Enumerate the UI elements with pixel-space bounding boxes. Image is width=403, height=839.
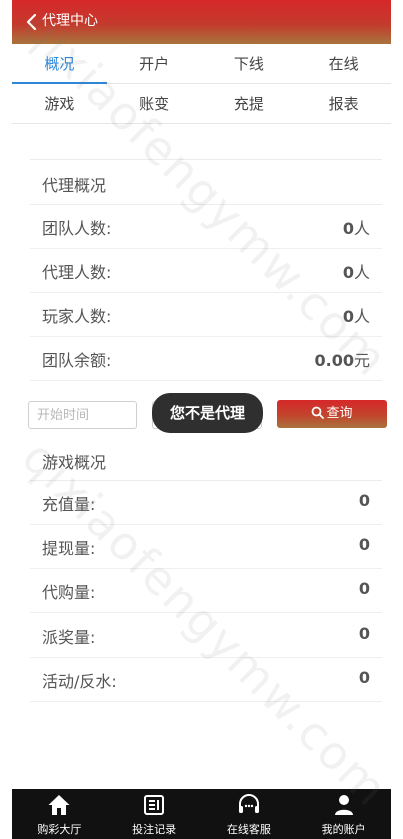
header-bar: 代理中心 bbox=[12, 0, 391, 44]
query-button[interactable]: 查询 bbox=[277, 400, 387, 428]
tab-open-account[interactable]: 开户 bbox=[107, 44, 202, 83]
agent-overview-title: 代理概况 bbox=[42, 176, 107, 195]
page: 代理中心 概况 开户 下线 在线 游戏 账变 充提 报表 代理概况 团队人数: … bbox=[12, 0, 391, 839]
deposit-row: 充值量: 0 bbox=[30, 481, 382, 525]
search-icon bbox=[312, 406, 325, 419]
team-balance-row: 团队余额: 0.00元 bbox=[30, 337, 382, 381]
tab-reports[interactable]: 报表 bbox=[296, 84, 391, 123]
team-balance-value: 0.00 bbox=[314, 351, 354, 370]
row-value: 0人 bbox=[343, 215, 370, 239]
nav-label: 购彩大厅 bbox=[37, 823, 82, 836]
unit-label: 人 bbox=[353, 263, 370, 282]
team-count-row: 团队人数: 0人 bbox=[30, 205, 382, 249]
section-divider bbox=[30, 159, 382, 160]
nav-online-service[interactable]: 在线客服 bbox=[202, 789, 297, 839]
tab-account-changes[interactable]: 账变 bbox=[107, 84, 202, 123]
row-label: 代理人数: bbox=[42, 263, 112, 282]
home-icon bbox=[48, 795, 70, 815]
agent-count-row: 代理人数: 0人 bbox=[30, 249, 382, 293]
row-label: 团队人数: bbox=[42, 219, 112, 238]
user-icon bbox=[334, 795, 353, 815]
row-value: 0 bbox=[359, 535, 370, 554]
records-icon bbox=[144, 795, 165, 815]
tab-row-1: 概况 开户 下线 在线 bbox=[12, 44, 391, 84]
player-count-value: 0 bbox=[342, 307, 354, 326]
row-label: 玩家人数: bbox=[42, 307, 112, 326]
bottom-nav: 购彩大厅 投注记录 在线客服 我的账户 bbox=[12, 789, 391, 839]
row-label: 派奖量: bbox=[42, 628, 96, 647]
page-title: 代理中心 bbox=[42, 13, 98, 29]
nav-label: 投注记录 bbox=[132, 823, 177, 836]
tab-row-2: 游戏 账变 充提 报表 bbox=[12, 84, 391, 124]
row-label: 充值量: bbox=[42, 495, 96, 514]
rebate-row: 活动/反水: 0 bbox=[30, 658, 382, 702]
nav-bet-records[interactable]: 投注记录 bbox=[107, 789, 202, 839]
row-value: 0 bbox=[359, 579, 370, 598]
player-count-row: 玩家人数: 0人 bbox=[30, 293, 382, 337]
payout-row: 派奖量: 0 bbox=[30, 614, 382, 658]
tab-online[interactable]: 在线 bbox=[296, 44, 391, 83]
purchase-value: 0 bbox=[358, 579, 370, 598]
withdraw-row: 提现量: 0 bbox=[30, 525, 382, 569]
back-arrow-icon[interactable] bbox=[22, 12, 42, 32]
tab-deposit-withdraw[interactable]: 充提 bbox=[202, 84, 297, 123]
purchase-row: 代购量: 0 bbox=[30, 569, 382, 613]
agent-count-value: 0 bbox=[342, 263, 354, 282]
row-label: 团队余额: bbox=[42, 351, 112, 370]
row-value: 0.00元 bbox=[315, 347, 371, 371]
row-value: 0人 bbox=[343, 259, 370, 283]
deposit-value: 0 bbox=[358, 491, 370, 510]
unit-label: 人 bbox=[353, 307, 370, 326]
row-value: 0人 bbox=[343, 303, 370, 327]
headset-icon bbox=[238, 794, 259, 813]
unit-label: 元 bbox=[353, 351, 370, 370]
tab-bar: 概况 开户 下线 在线 游戏 账变 充提 报表 bbox=[12, 44, 391, 124]
nav-lottery-hall[interactable]: 购彩大厅 bbox=[12, 789, 107, 839]
start-time-input[interactable] bbox=[28, 401, 137, 429]
team-count-value: 0 bbox=[342, 219, 354, 238]
row-label: 提现量: bbox=[42, 539, 96, 558]
tab-overview[interactable]: 概况 bbox=[12, 44, 107, 84]
row-label: 代购量: bbox=[42, 583, 96, 602]
unit-label: 人 bbox=[353, 219, 370, 238]
toast-message: 您不是代理 bbox=[152, 393, 263, 433]
payout-value: 0 bbox=[358, 624, 370, 643]
tab-games[interactable]: 游戏 bbox=[12, 84, 107, 123]
tab-downline[interactable]: 下线 bbox=[202, 44, 297, 83]
row-label: 活动/反水: bbox=[42, 672, 117, 691]
query-button-label: 查询 bbox=[326, 406, 353, 421]
rebate-value: 0 bbox=[358, 668, 370, 687]
row-value: 0 bbox=[359, 491, 370, 510]
row-value: 0 bbox=[359, 624, 370, 643]
nav-label: 在线客服 bbox=[226, 823, 271, 836]
nav-my-account[interactable]: 我的账户 bbox=[296, 789, 391, 839]
nav-label: 我的账户 bbox=[321, 823, 366, 836]
withdraw-value: 0 bbox=[358, 535, 370, 554]
row-value: 0 bbox=[359, 668, 370, 687]
game-overview-title: 游戏概况 bbox=[42, 453, 107, 472]
